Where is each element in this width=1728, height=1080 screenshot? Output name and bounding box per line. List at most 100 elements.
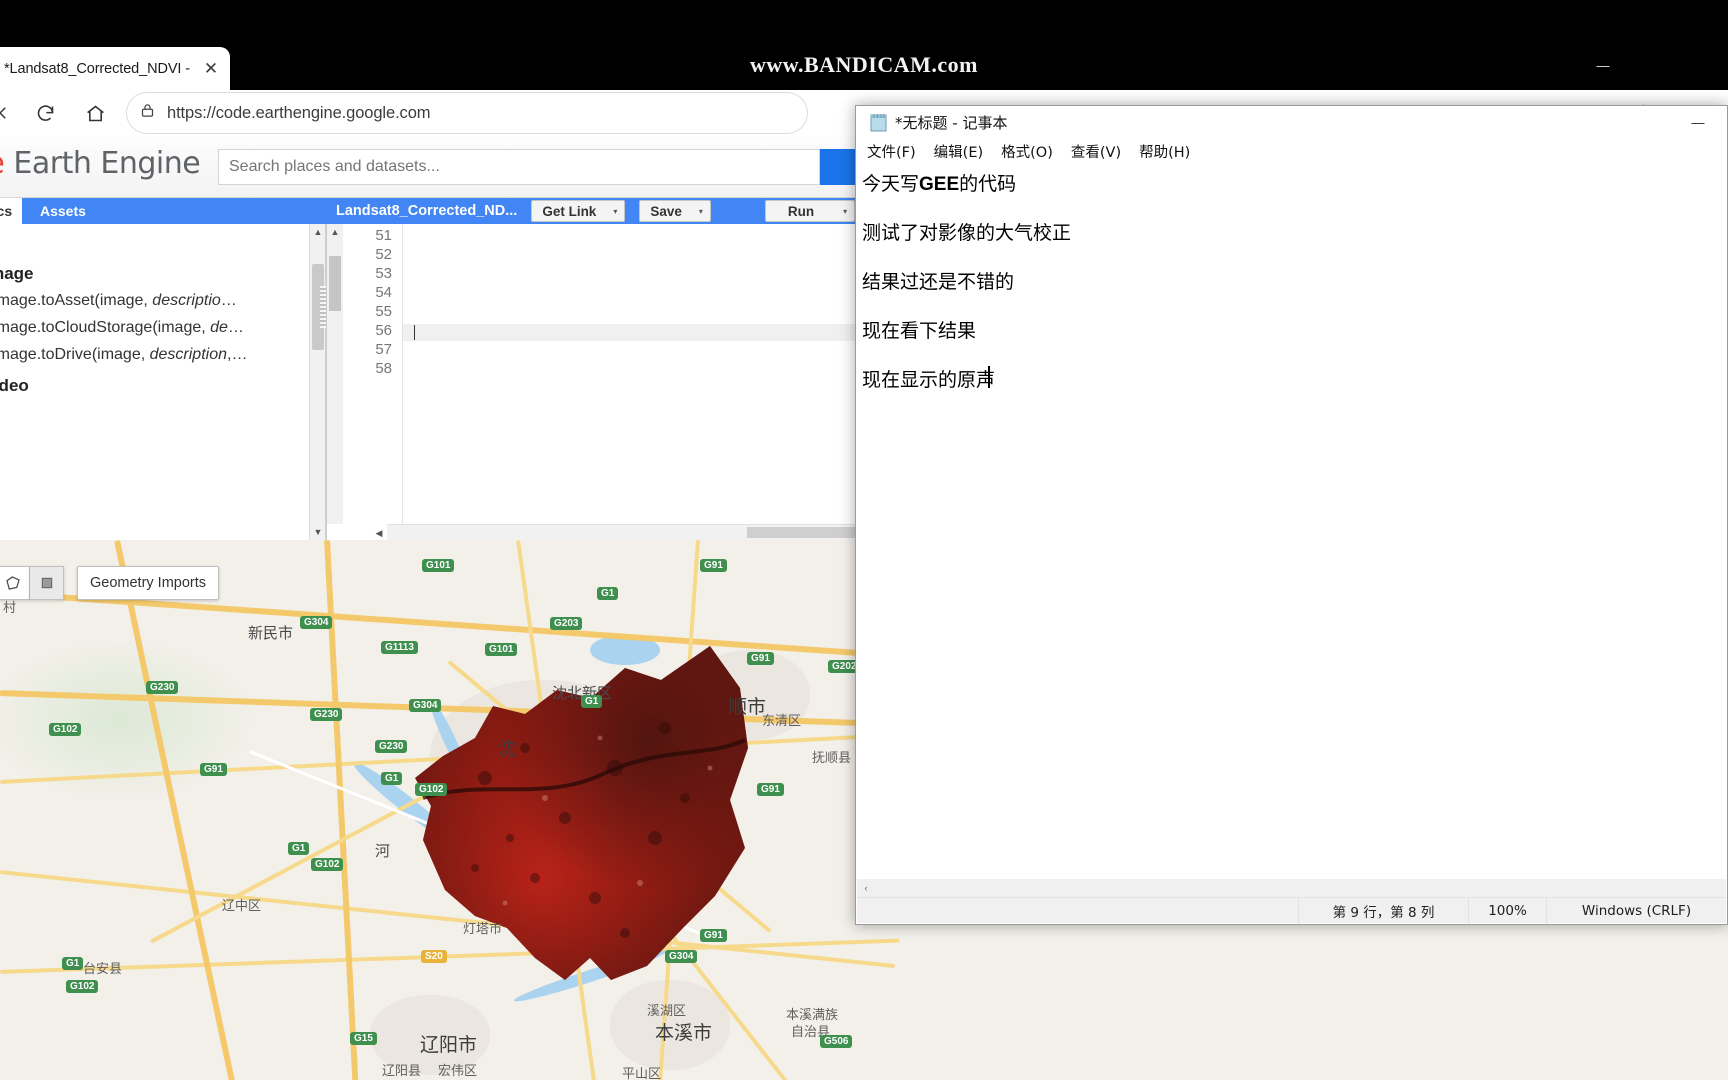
road-shield: G91 (200, 763, 227, 776)
tab-title: *Landsat8_Corrected_NDVI - Ear (4, 61, 194, 77)
url-text: https://code.earthengine.google.com (167, 104, 430, 123)
editor-vertical-scrollbar[interactable]: ▲ (327, 224, 343, 524)
line-number: 57 (375, 341, 392, 358)
tab-docs[interactable]: ocs (0, 198, 22, 224)
map-city-label: 灯塔市 (463, 918, 502, 937)
run-group: Run ▾ (765, 200, 855, 222)
map-city-label: 辽阳市 (420, 1030, 477, 1057)
run-button[interactable]: Run (765, 200, 836, 222)
road-shield: G91 (747, 652, 774, 665)
road-shield: G1 (581, 695, 602, 708)
window-close-icon[interactable] (1678, 40, 1728, 90)
search-field[interactable] (229, 158, 809, 176)
road-shield: G15 (350, 1032, 377, 1045)
get-link-caret-icon[interactable]: ▾ (606, 200, 625, 222)
line-number: 53 (375, 265, 392, 282)
notepad-line: 今天写GEE的代码 (862, 169, 1016, 196)
road-shield: G102 (415, 783, 447, 796)
line-number-gutter: 51 52 53 54 55 56 57 58 (359, 224, 403, 524)
menu-file[interactable]: 文件(F) (858, 139, 925, 164)
scroll-thumb[interactable] (329, 256, 341, 311)
road-shield: G304 (665, 950, 697, 963)
run-caret-icon[interactable]: ▾ (836, 200, 855, 222)
notepad-line: 结果过还是不错的 (862, 267, 1014, 294)
polygon-tool-icon[interactable] (0, 566, 30, 600)
geometry-imports-button[interactable]: Geometry Imports (77, 566, 219, 600)
save-caret-icon[interactable]: ▾ (692, 200, 711, 222)
get-link-group: Get Link ▾ (531, 200, 625, 222)
script-title: Landsat8_Corrected_ND... (336, 203, 517, 219)
api-section-video[interactable]: t.video (0, 376, 29, 396)
road-shield: G102 (66, 980, 98, 993)
tab-assets[interactable]: Assets (30, 198, 96, 224)
lock-icon (140, 102, 155, 124)
notepad-statusbar: 第 9 行，第 8 列 100% Windows (CRLF) (857, 897, 1726, 923)
notepad-titlebar[interactable]: *无标题 - 记事本 — (856, 106, 1727, 138)
notepad-window[interactable]: *无标题 - 记事本 — 文件(F) 编辑(E) 格式(O) 查看(V) 帮助(… (855, 105, 1728, 925)
map-city-label: 顺市 (728, 692, 766, 719)
tab-strip: *Landsat8_Corrected_NDVI - Ear ✕ + (0, 40, 1728, 90)
reload-icon[interactable] (24, 92, 66, 134)
line-number: 54 (375, 284, 392, 301)
api-section-image[interactable]: t.image (0, 264, 34, 284)
api-item-todrive[interactable]: ort.image.toDrive(image, description,… (0, 346, 247, 364)
api-item-tocloudstorage[interactable]: ort.image.toCloudStorage(image, de… (0, 319, 244, 337)
notepad-text-area[interactable]: 今天写GEE的代码 测试了对影像的大气校正 结果过还是不错的 现在看下结果 现在… (857, 165, 1726, 879)
address-bar[interactable]: https://code.earthengine.google.com (126, 92, 808, 134)
scroll-left-icon[interactable]: ‹ (857, 883, 875, 893)
line-number: 55 (375, 303, 392, 320)
map-city-label: 东清区 (762, 710, 801, 729)
road-shield: G102 (311, 858, 343, 871)
road-shield: G1 (288, 842, 309, 855)
notepad-minimize-icon[interactable]: — (1675, 107, 1721, 137)
search-input[interactable] (218, 149, 820, 185)
map-city-label: 台安县 (83, 958, 122, 977)
line-number: 58 (375, 360, 392, 377)
notepad-horizontal-scrollbar[interactable]: ‹ (857, 879, 1726, 897)
road-shield: G91 (757, 783, 784, 796)
map-city-label: 河 (375, 840, 390, 861)
notepad-title: *无标题 - 记事本 (895, 112, 1007, 133)
home-icon[interactable] (74, 92, 116, 134)
notepad-icon (870, 113, 887, 132)
map-city-label: 沈 (497, 734, 516, 761)
api-item-toasset[interactable]: ort.image.toAsset(image, descriptio… (0, 292, 237, 310)
minimize-icon[interactable]: — (1578, 40, 1628, 90)
road-shield: G101 (422, 559, 454, 572)
road-shield: G1 (381, 772, 402, 785)
scroll-left-icon[interactable]: ◀ (371, 525, 387, 541)
close-icon[interactable]: ✕ (200, 58, 222, 80)
map-city-label: 辽中区 (222, 895, 261, 914)
zoom-level[interactable]: 100% (1468, 898, 1546, 924)
road-shield: G102 (49, 723, 81, 736)
scroll-down-icon[interactable]: ▼ (310, 524, 326, 540)
map-city-label: 平山区 (622, 1063, 661, 1080)
scroll-up-icon[interactable]: ▲ (310, 224, 326, 240)
rectangle-tool-icon[interactable] (30, 566, 64, 600)
road-shield: G101 (485, 643, 517, 656)
window-controls: — (1578, 40, 1728, 90)
road-shield: G203 (550, 617, 582, 630)
browser-tab[interactable]: *Landsat8_Corrected_NDVI - Ear ✕ (0, 47, 230, 90)
road-shield: G230 (375, 740, 407, 753)
back-arrow-icon[interactable] (0, 92, 24, 134)
road-shield: G230 (310, 708, 342, 721)
menu-help[interactable]: 帮助(H) (1130, 139, 1199, 164)
get-link-button[interactable]: Get Link (531, 200, 606, 222)
road-shield: G304 (409, 699, 441, 712)
earth-engine-logo: gle Earth Engine (0, 146, 200, 181)
api-panel-scrollbar[interactable]: ▲ ▼ (309, 224, 325, 540)
text-caret (414, 325, 415, 340)
api-docs-panel: t.image ort.image.toAsset(image, descrip… (0, 224, 326, 540)
save-button[interactable]: Save (639, 200, 692, 222)
menu-edit[interactable]: 编辑(E) (925, 139, 992, 164)
road-shield: G304 (300, 616, 332, 629)
notepad-line: 测试了对影像的大气校正 (862, 218, 1071, 245)
line-number: 51 (375, 227, 392, 244)
menu-view[interactable]: 查看(V) (1062, 139, 1130, 164)
scroll-up-icon[interactable]: ▲ (327, 224, 343, 240)
menu-format[interactable]: 格式(O) (992, 139, 1062, 164)
maximize-icon[interactable] (1628, 40, 1678, 90)
road-shield: G1 (62, 957, 83, 970)
notepad-line: 现在显示的原声 (862, 365, 995, 392)
